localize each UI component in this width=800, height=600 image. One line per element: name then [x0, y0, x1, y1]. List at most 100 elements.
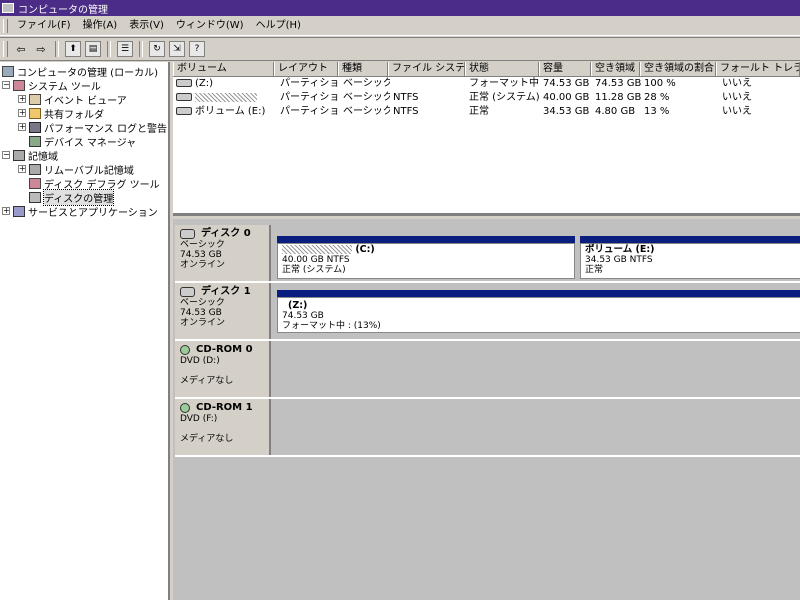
tree-item-services[interactable]: + サービスとアプリケーション — [2, 204, 158, 219]
partition-z[interactable]: (Z:) 74.53 GB フォーマット中 : (13%) — [277, 290, 800, 333]
disk-icon — [180, 287, 195, 297]
column-header-free[interactable]: 空き領域 — [591, 62, 640, 76]
show-tree-icon[interactable]: ▤ — [85, 41, 101, 57]
cdrom-row-1[interactable]: CD-ROM 1 DVD (F:) メディアなし — [175, 399, 800, 457]
redacted-volume-name — [282, 245, 352, 254]
tree-item-removable-storage[interactable]: + リムーバブル記憶域 — [18, 162, 134, 177]
tree-item-root[interactable]: コンピュータの管理 (ローカル) — [2, 64, 158, 79]
cdrom-icon — [180, 345, 190, 355]
cdrom-name: CD-ROM 0 — [196, 344, 253, 355]
tree-item-device-manager[interactable]: デバイス マネージャ — [29, 134, 136, 149]
menu-bar: ファイル(F) 操作(A) 表示(V) ウィンドウ(W) ヘルプ(H) — [0, 17, 800, 36]
column-header-fault-tolerance[interactable]: フォールト トレランス — [716, 62, 800, 76]
cdrom-label-1[interactable]: CD-ROM 1 DVD (F:) メディアなし — [175, 399, 271, 455]
help-icon[interactable]: ? — [189, 41, 205, 57]
expand-icon[interactable]: + — [18, 165, 26, 173]
pct-cell: 28 % — [644, 92, 670, 103]
disk-label-0[interactable]: ディスク 0 ベーシック 74.53 GB オンライン — [175, 225, 271, 281]
collapse-icon[interactable]: − — [2, 81, 10, 89]
volume-row[interactable]: ボリューム (E:) パーティション ベーシック NTFS 正常 34.53 G… — [173, 105, 800, 119]
forward-icon[interactable]: ⇨ — [33, 41, 49, 57]
cdrom-row-0[interactable]: CD-ROM 0 DVD (D:) メディアなし — [175, 341, 800, 399]
disk-row-1[interactable]: ディスク 1 ベーシック 74.53 GB オンライン (Z:) 74.53 G… — [175, 283, 800, 341]
disk-row-0[interactable]: ディスク 0 ベーシック 74.53 GB オンライン (C:) 40.00 G… — [175, 225, 800, 283]
disk-state: オンライン — [180, 318, 226, 328]
column-header-volume[interactable]: ボリューム — [173, 62, 274, 76]
disk-label-1[interactable]: ディスク 1 ベーシック 74.53 GB オンライン — [175, 283, 271, 339]
tree-item-storage[interactable]: − 記憶域 — [2, 148, 58, 163]
partition-status: フォーマット中 : (13%) — [282, 321, 381, 331]
free-cell: 4.80 GB — [595, 106, 636, 117]
expand-icon[interactable]: + — [18, 123, 26, 131]
export-icon[interactable]: ⇲ — [169, 41, 185, 57]
volume-icon — [176, 79, 192, 87]
partition-status: 正常 (システム) — [282, 265, 346, 275]
partition-size: 34.53 GB NTFS — [585, 255, 653, 265]
status-cell: フォーマット中 : — [469, 78, 539, 89]
column-header-layout[interactable]: レイアウト — [274, 62, 338, 76]
partition-title: (C:) — [282, 245, 570, 255]
ft-cell: いいえ — [722, 106, 752, 117]
partition-c[interactable]: (C:) 40.00 GB NTFS 正常 (システム) — [277, 236, 575, 279]
properties-icon[interactable]: ☰ — [117, 41, 133, 57]
fs-cell — [390, 77, 465, 91]
collapse-icon[interactable]: − — [2, 151, 10, 159]
performance-icon — [29, 121, 41, 133]
layout-cell: パーティション — [280, 106, 339, 117]
refresh-icon[interactable]: ↻ — [149, 41, 165, 57]
tree-item-disk-management[interactable]: ディスクの管理 — [29, 188, 115, 206]
cdrom-media: メディアなし — [180, 376, 234, 386]
services-icon — [13, 205, 25, 217]
free-cell: 11.28 GB — [595, 92, 641, 103]
disk-name: ディスク 1 — [201, 286, 251, 297]
menu-view[interactable]: 表示(V) — [123, 17, 170, 35]
column-header-type[interactable]: 種類 — [338, 62, 388, 76]
toolbar-separator — [107, 41, 111, 57]
column-header-free-pct[interactable]: 空き領域の割合 — [640, 62, 716, 76]
up-folder-icon[interactable]: ⬆ — [65, 41, 81, 57]
tree-item-perf-logs[interactable]: + パフォーマンス ログと警告 — [18, 120, 167, 135]
tools-icon — [13, 79, 25, 91]
partition-bar — [277, 290, 800, 297]
status-cell: 正常 — [469, 106, 489, 117]
disk-name: ディスク 0 — [201, 228, 251, 239]
disk-management-icon — [29, 191, 41, 203]
partition-bar — [580, 236, 800, 243]
ft-cell: いいえ — [722, 92, 752, 103]
toolbar-separator — [139, 41, 143, 57]
toolbar-grip — [3, 41, 8, 57]
device-manager-icon — [29, 135, 41, 147]
cdrom-media: メディアなし — [180, 434, 234, 444]
free-cell: 74.53 GB — [595, 78, 641, 89]
menu-help[interactable]: ヘルプ(H) — [250, 17, 307, 35]
volume-name: ボリューム (E:) — [195, 106, 266, 117]
volume-name-cell: ボリューム (E:) — [173, 105, 274, 119]
menu-action[interactable]: 操作(A) — [77, 17, 124, 35]
column-header-filesystem[interactable]: ファイル システム — [388, 62, 465, 76]
volume-row[interactable]: (Z:) パーティション ベーシック フォーマット中 : 74.53 GB 74… — [173, 77, 800, 91]
partition-name: ボリューム (E:) — [585, 244, 655, 255]
pct-cell: 13 % — [644, 106, 670, 117]
disk-state: オンライン — [180, 260, 226, 270]
tree-item-event-viewer[interactable]: + イベント ビューア — [18, 92, 127, 107]
tree-item-shared-folders[interactable]: + 共有フォルダ — [18, 106, 104, 121]
toolbar-separator — [55, 41, 59, 57]
cdrom-label-0[interactable]: CD-ROM 0 DVD (D:) メディアなし — [175, 341, 271, 397]
tree-item-defrag[interactable]: ディスク デフラグ ツール — [29, 176, 160, 191]
menu-window[interactable]: ウィンドウ(W) — [170, 17, 250, 35]
menu-file[interactable]: ファイル(F) — [11, 17, 77, 35]
tree-item-system-tools[interactable]: − システム ツール — [2, 78, 101, 93]
expand-icon[interactable]: + — [18, 95, 26, 103]
expand-icon[interactable]: + — [18, 109, 26, 117]
column-header-status[interactable]: 状態 — [465, 62, 539, 76]
column-header-capacity[interactable]: 容量 — [539, 62, 591, 76]
partition-e[interactable]: ボリューム (E:) 34.53 GB NTFS 正常 — [580, 236, 800, 279]
volume-name: (Z:) — [195, 78, 214, 89]
disk-title: ディスク 0 — [180, 229, 264, 239]
capacity-cell: 34.53 GB — [543, 106, 590, 117]
type-cell: ベーシック — [343, 78, 390, 89]
cdrom-title: CD-ROM 0 — [180, 345, 264, 355]
expand-icon[interactable]: + — [2, 207, 10, 215]
volume-row[interactable]: パーティション ベーシック NTFS 正常 (システム) 40.00 GB 11… — [173, 91, 800, 105]
back-icon[interactable]: ⇦ — [13, 41, 29, 57]
